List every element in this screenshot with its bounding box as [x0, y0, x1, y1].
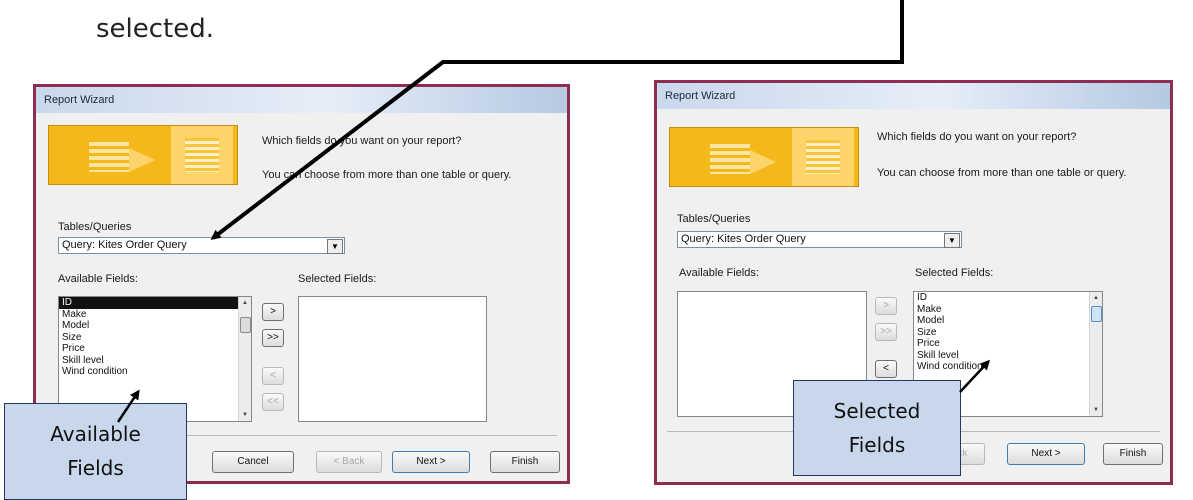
- wizard-question: Which fields do you want on your report?: [262, 135, 462, 147]
- available-fields-label: Available Fields:: [58, 273, 138, 285]
- wizard-hint: You can choose from more than one table …: [262, 169, 512, 181]
- tables-queries-value: Query: Kites Order Query: [681, 233, 806, 245]
- callout-line: Fields: [67, 456, 124, 480]
- available-fields-scrollbar[interactable]: ▲ ▼: [238, 297, 251, 421]
- list-item[interactable]: Skill level: [914, 350, 1102, 362]
- tables-queries-select[interactable]: Query: Kites Order Query ▼: [677, 231, 962, 248]
- list-item[interactable]: Wind condition: [59, 366, 251, 378]
- list-item[interactable]: Make: [914, 304, 1102, 316]
- report-wizard-graphic-icon: [669, 127, 859, 187]
- available-fields-callout: Available Fields: [4, 403, 187, 500]
- back-button[interactable]: < Back: [316, 451, 382, 473]
- scroll-thumb[interactable]: [240, 317, 251, 333]
- callout-line: Fields: [848, 433, 906, 457]
- wizard-hint: You can choose from more than one table …: [877, 167, 1127, 179]
- available-fields-label: Available Fields:: [679, 267, 759, 279]
- list-item[interactable]: Size: [914, 327, 1102, 339]
- next-button[interactable]: Next >: [392, 451, 470, 473]
- wizard-title: Report Wizard: [665, 90, 736, 102]
- list-item[interactable]: Make: [59, 309, 251, 321]
- list-item[interactable]: ID: [914, 292, 1102, 304]
- finish-button[interactable]: Finish: [490, 451, 560, 473]
- list-item[interactable]: Skill level: [59, 355, 251, 367]
- page-heading: selected.: [96, 14, 215, 44]
- selected-fields-callout: Selected Fields: [793, 380, 961, 476]
- next-button[interactable]: Next >: [1007, 443, 1085, 465]
- scroll-down-icon[interactable]: ▼: [239, 409, 251, 421]
- add-field-button[interactable]: >: [875, 297, 897, 315]
- remove-all-fields-button[interactable]: <<: [262, 393, 284, 411]
- remove-field-button[interactable]: <: [875, 360, 897, 378]
- tables-queries-value: Query: Kites Order Query: [62, 239, 187, 251]
- scroll-up-icon[interactable]: ▲: [1090, 292, 1102, 304]
- callout-line: Selected: [833, 399, 921, 423]
- tables-queries-label: Tables/Queries: [58, 221, 132, 233]
- selected-fields-label: Selected Fields:: [298, 273, 377, 285]
- finish-button[interactable]: Finish: [1103, 443, 1163, 465]
- report-wizard-graphic-icon: [48, 125, 238, 185]
- tables-queries-label: Tables/Queries: [677, 213, 751, 225]
- list-item[interactable]: Size: [59, 332, 251, 344]
- add-all-fields-button[interactable]: >>: [875, 323, 897, 341]
- cancel-button[interactable]: Cancel: [212, 451, 294, 473]
- wizard-title-bar[interactable]: Report Wizard: [36, 87, 567, 113]
- wizard-title: Report Wizard: [44, 94, 115, 106]
- selected-fields-list[interactable]: [298, 296, 487, 422]
- chevron-down-icon[interactable]: ▼: [944, 233, 960, 248]
- add-field-button[interactable]: >: [262, 303, 284, 321]
- callout-line: Available: [50, 422, 141, 446]
- selected-fields-scrollbar[interactable]: ▲ ▼: [1089, 292, 1102, 416]
- wizard-question: Which fields do you want on your report?: [877, 131, 1077, 143]
- selected-fields-label: Selected Fields:: [915, 267, 994, 279]
- scroll-up-icon[interactable]: ▲: [239, 297, 251, 309]
- remove-field-button[interactable]: <: [262, 367, 284, 385]
- scroll-thumb[interactable]: [1091, 306, 1102, 322]
- list-item[interactable]: Model: [914, 315, 1102, 327]
- tables-queries-select[interactable]: Query: Kites Order Query ▼: [58, 237, 345, 254]
- scroll-down-icon[interactable]: ▼: [1090, 404, 1102, 416]
- list-item[interactable]: ID: [59, 297, 251, 309]
- chevron-down-icon[interactable]: ▼: [327, 239, 343, 254]
- list-item[interactable]: Price: [59, 343, 251, 355]
- list-item[interactable]: Model: [59, 320, 251, 332]
- list-item[interactable]: Wind condition: [914, 361, 1102, 373]
- list-item[interactable]: Price: [914, 338, 1102, 350]
- add-all-fields-button[interactable]: >>: [262, 329, 284, 347]
- wizard-title-bar[interactable]: Report Wizard: [657, 83, 1170, 109]
